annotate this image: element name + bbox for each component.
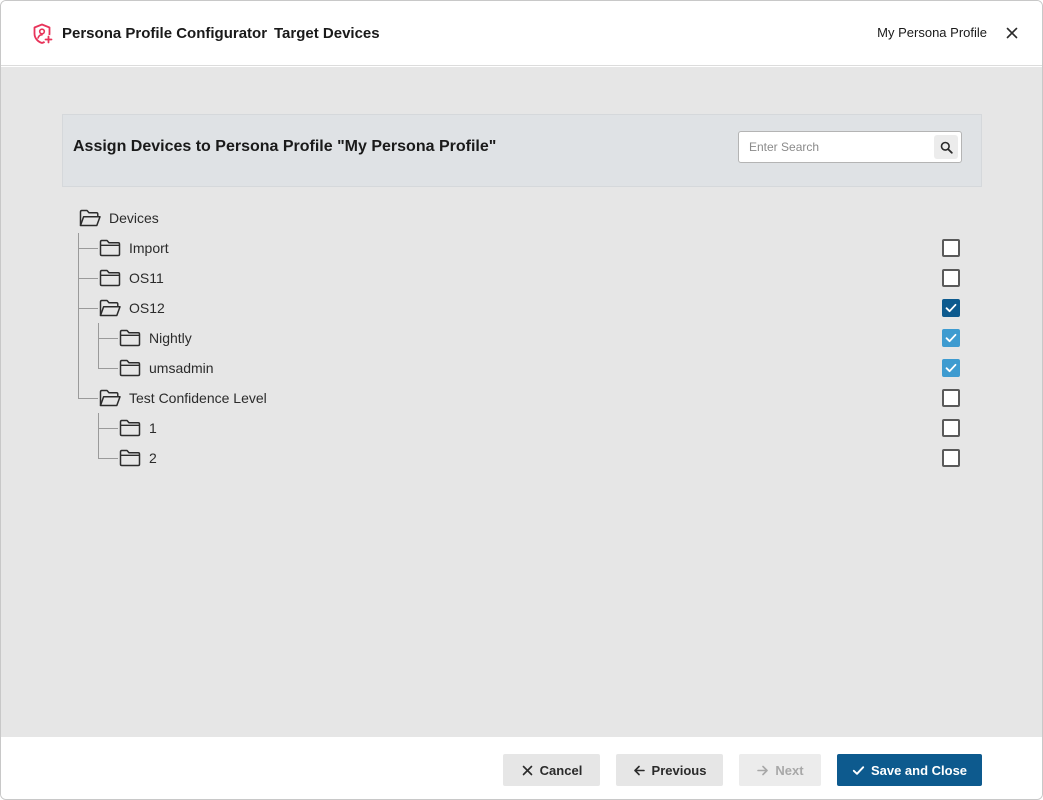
folder-icon bbox=[119, 419, 141, 437]
tree-node-label: 2 bbox=[149, 450, 157, 466]
tree-node-import[interactable]: Import bbox=[99, 233, 169, 263]
folder-open-icon bbox=[79, 209, 101, 227]
checkbox-nightly[interactable] bbox=[942, 329, 960, 347]
cancel-label: Cancel bbox=[539, 762, 583, 778]
tree-node-test-confidence-level[interactable]: Test Confidence Level bbox=[99, 383, 267, 413]
checkbox-os12[interactable] bbox=[942, 299, 960, 317]
close-icon[interactable] bbox=[1004, 25, 1020, 41]
checkbox-umsadmin[interactable] bbox=[942, 359, 960, 377]
tree-connector bbox=[98, 458, 118, 459]
tree-node-label: Test Confidence Level bbox=[129, 390, 267, 406]
save-and-close-label: Save and Close bbox=[870, 762, 968, 778]
checkbox-import[interactable] bbox=[942, 239, 960, 257]
dialog-window: Persona Profile Configurator Target Devi… bbox=[0, 0, 1043, 800]
checkmark-icon bbox=[945, 333, 957, 343]
content-area: Assign Devices to Persona Profile "My Pe… bbox=[1, 67, 1042, 737]
tree-node-2[interactable]: 2 bbox=[119, 443, 157, 473]
previous-button[interactable]: Previous bbox=[616, 754, 723, 786]
checkmark-icon bbox=[945, 303, 957, 313]
tree-connector bbox=[78, 248, 98, 249]
folder-icon bbox=[119, 449, 141, 467]
arrow-left-icon bbox=[633, 765, 645, 775]
dialog-footer: Cancel Previous Next Save and Close bbox=[1, 737, 1042, 799]
tree-connector bbox=[98, 428, 118, 429]
folder-icon bbox=[119, 359, 141, 377]
tree-node-label: Import bbox=[129, 240, 169, 256]
profile-name: My Persona Profile bbox=[877, 25, 987, 40]
tree-node-label: OS12 bbox=[129, 300, 165, 316]
cancel-button[interactable]: Cancel bbox=[503, 754, 600, 786]
folder-icon bbox=[119, 329, 141, 347]
save-and-close-button[interactable]: Save and Close bbox=[837, 754, 982, 786]
tree-connector bbox=[78, 308, 98, 309]
folder-open-icon bbox=[99, 389, 121, 407]
checkbox-1[interactable] bbox=[942, 419, 960, 437]
tree-connector bbox=[98, 413, 99, 458]
dialog-header: Persona Profile Configurator Target Devi… bbox=[1, 1, 1042, 66]
tree-node-label: 1 bbox=[149, 420, 157, 436]
checkmark-icon bbox=[852, 765, 865, 775]
tree-connector bbox=[78, 278, 98, 279]
checkbox-os11[interactable] bbox=[942, 269, 960, 287]
arrow-right-icon bbox=[757, 765, 769, 775]
checkmark-icon bbox=[945, 363, 957, 373]
close-icon bbox=[522, 765, 532, 775]
tree-node-os11[interactable]: OS11 bbox=[99, 263, 164, 293]
checkbox-2[interactable] bbox=[942, 449, 960, 467]
tree-node-os12[interactable]: OS12 bbox=[99, 293, 165, 323]
tree-connector bbox=[78, 398, 98, 399]
app-title: Persona Profile Configurator bbox=[62, 25, 268, 42]
tree-connector bbox=[98, 368, 118, 369]
tree-connector bbox=[98, 323, 99, 368]
step-title: Target Devices bbox=[274, 25, 380, 42]
folder-open-icon bbox=[99, 299, 121, 317]
tree-node-label: umsadmin bbox=[149, 360, 214, 376]
tree-node-nightly[interactable]: Nightly bbox=[119, 323, 192, 353]
device-tree: Devices Import OS11 OS12 Nightly umsadmi… bbox=[1, 67, 1042, 737]
persona-shield-icon bbox=[33, 23, 54, 45]
tree-connector bbox=[78, 233, 79, 398]
tree-connector bbox=[98, 338, 118, 339]
next-button[interactable]: Next bbox=[739, 754, 821, 786]
tree-node-label: OS11 bbox=[129, 270, 164, 286]
tree-node-label: Nightly bbox=[149, 330, 192, 346]
next-label: Next bbox=[775, 762, 804, 778]
checkbox-test-confidence-level[interactable] bbox=[942, 389, 960, 407]
tree-node-umsadmin[interactable]: umsadmin bbox=[119, 353, 214, 383]
folder-icon bbox=[99, 269, 121, 287]
tree-node-1[interactable]: 1 bbox=[119, 413, 157, 443]
tree-node-devices[interactable]: Devices bbox=[79, 203, 159, 233]
tree-node-label: Devices bbox=[109, 210, 159, 226]
previous-label: Previous bbox=[651, 762, 707, 778]
folder-icon bbox=[99, 239, 121, 257]
